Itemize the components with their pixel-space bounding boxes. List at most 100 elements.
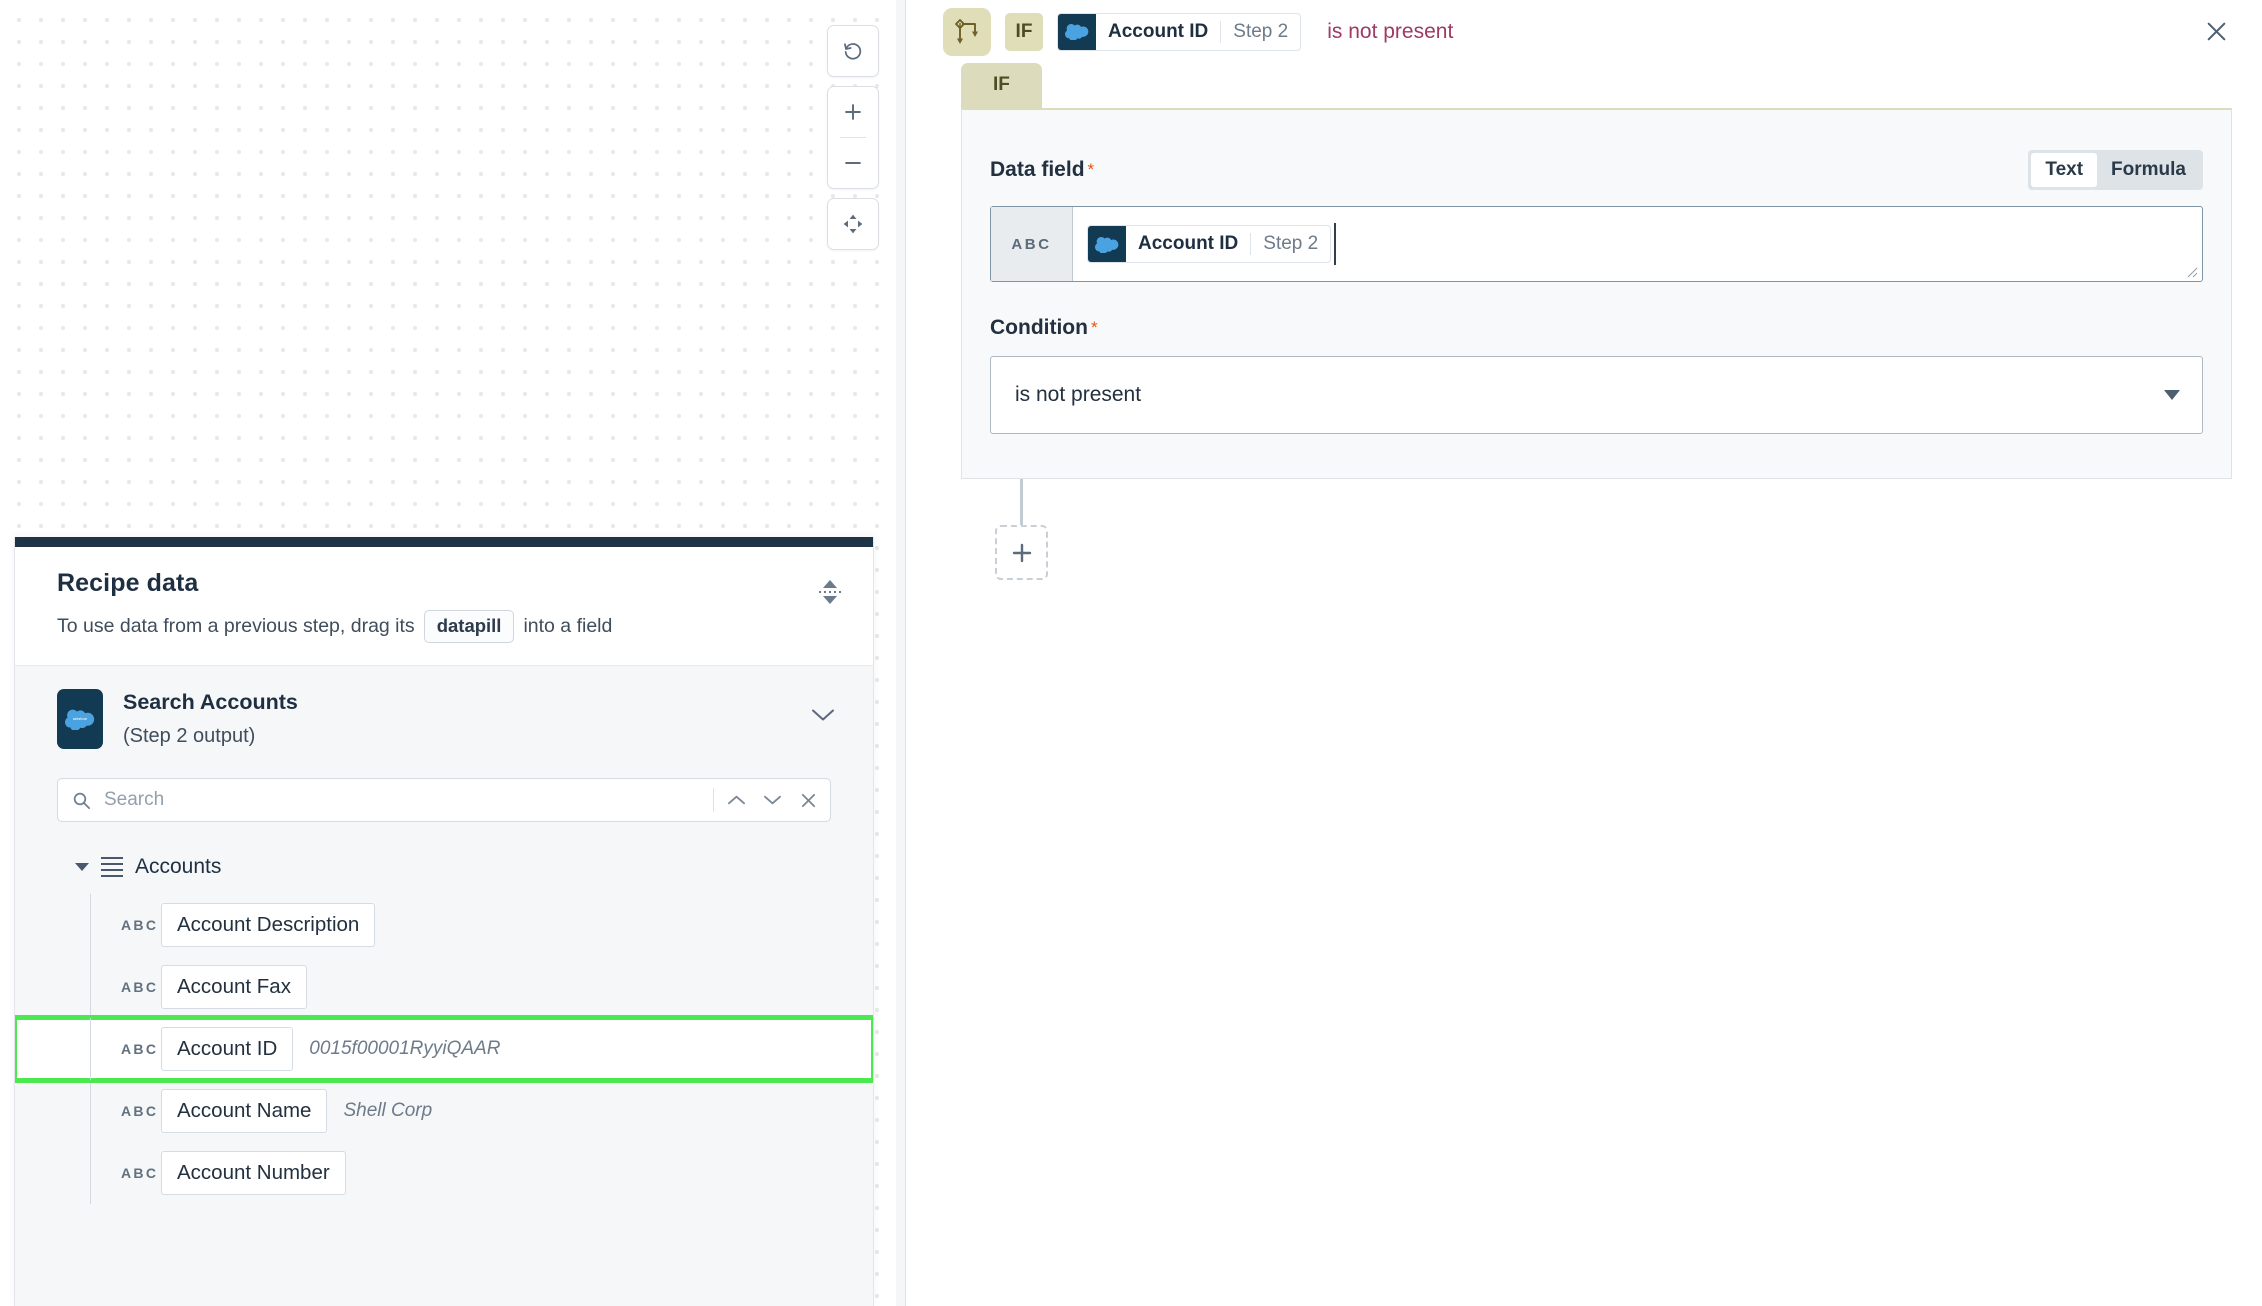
triangle-down-icon [2164,390,2180,400]
datapill-tree: Accounts ABC Account Description ABC Acc… [15,822,873,1204]
search-next-button[interactable] [754,781,790,819]
list-item[interactable]: ABC Account Name Shell Corp [15,1080,873,1142]
zoom-in-button[interactable] [828,87,878,137]
field-pill-step: Step 2 [1251,226,1330,262]
salesforce-cloud-glyph [1095,236,1119,253]
condition-selected-value: is not present [1015,383,1141,407]
triangle-up-icon [823,580,837,588]
text-formula-toggle[interactable]: Text Formula [2028,150,2203,190]
panel-accent-bar [15,537,873,547]
type-tag: ABC [121,1103,158,1119]
step-source-header[interactable]: salesforce Search Accounts (Step 2 outpu… [15,666,873,768]
datapill[interactable]: Account Number [161,1151,346,1195]
data-field-label-row: Data field * Text Formula [990,150,2203,190]
canvas-scrollbar[interactable] [896,0,905,1306]
search-divider [713,788,714,812]
panel-hint-before: To use data from a previous step, drag i… [57,615,415,638]
zoom-group [827,86,879,189]
step-detail-pane: IF Account ID Step 2 is not present [906,0,2262,1306]
tree-item-list: ABC Account Description ABC Account Fax … [15,894,873,1204]
salesforce-cloud-glyph: salesforce [65,708,95,730]
condition-label: Condition [990,316,1088,340]
required-marker: * [1091,318,1098,338]
tree-group-accounts[interactable]: Accounts [15,850,873,884]
salesforce-icon [1088,226,1126,262]
header-condition-summary: is not present [1327,20,1453,44]
undo-icon [842,40,864,62]
header-pill-step: Step 2 [1221,14,1300,50]
data-field-input[interactable]: ABC Account ID Step 2 [990,206,2203,282]
panel-title: Recipe data [57,569,843,598]
close-button[interactable] [2196,12,2236,52]
field-datapill[interactable]: Account ID Step 2 [1087,225,1331,263]
salesforce-cloud-glyph [1065,23,1089,40]
if-condition-card: Data field * Text Formula ABC [961,108,2232,479]
textarea-resize-grip[interactable] [2185,265,2199,279]
datapill-search[interactable] [57,778,831,822]
canvas-tool-stack [827,25,879,259]
panel-hint: To use data from a previous step, drag i… [57,610,843,643]
search-clear-button[interactable] [790,781,826,819]
datapill[interactable]: Account Fax [161,965,307,1009]
reset-view-group [827,25,879,77]
add-step-button[interactable] [995,525,1048,580]
grip-dots [819,591,842,594]
search-input[interactable] [94,789,709,811]
mode-text-option[interactable]: Text [2031,153,2097,187]
recipe-canvas[interactable]: Recipe data To use data from a previous … [0,0,906,1306]
zoom-out-button[interactable] [828,138,878,188]
step-connector-line [1020,479,1023,525]
field-pill-label: Account ID [1126,226,1250,262]
condition-select[interactable]: is not present [990,356,2203,434]
fit-group [827,198,879,250]
datapill-sample: Shell Corp [343,1100,432,1122]
fit-to-screen-button[interactable] [828,199,878,249]
header-pill-label: Account ID [1096,14,1220,50]
datapill[interactable]: Account ID [161,1027,293,1071]
header-datapill[interactable]: Account ID Step 2 [1057,13,1301,51]
tab-if[interactable]: IF [961,63,1042,108]
list-item[interactable]: ABC Account Number [15,1142,873,1204]
step-text: Search Accounts (Step 2 output) [123,688,298,750]
condition-label-row: Condition * [990,316,2203,340]
mode-formula-option[interactable]: Formula [2097,153,2200,187]
step-name: Search Accounts [123,688,298,717]
type-tag: ABC [121,917,158,933]
search-prev-button[interactable] [718,781,754,819]
datapill[interactable]: Account Description [161,903,375,947]
list-item[interactable]: ABC Account Description [15,894,873,956]
recipe-data-body: salesforce Search Accounts (Step 2 outpu… [15,666,873,1306]
data-field-content[interactable]: Account ID Step 2 [1073,207,2202,281]
list-item-highlighted[interactable]: ABC Account ID 0015f00001RyyiQAAR [15,1018,873,1080]
branch-condition-icon [943,8,991,56]
data-type-gutter: ABC [991,207,1073,281]
recipe-data-header: Recipe data To use data from a previous … [15,547,873,666]
type-tag: ABC [121,1165,158,1181]
detail-header: IF Account ID Step 2 is not present [906,0,2262,63]
chevron-up-icon [727,794,746,806]
detail-body: IF Data field * Text Formula ABC [906,63,2262,1306]
datapill[interactable]: Account Name [161,1089,327,1133]
type-tag: ABC [121,979,158,995]
panel-resize-handle[interactable] [817,575,843,609]
close-icon [800,792,817,809]
tree-group-label: Accounts [135,855,221,879]
list-icon [101,857,123,878]
list-item[interactable]: ABC Account Fax [15,956,873,1018]
branch-glyph [953,17,981,47]
if-badge: IF [1005,13,1043,51]
salesforce-icon [1058,14,1096,50]
svg-text:salesforce: salesforce [73,717,88,721]
triangle-down-icon [75,863,89,871]
step-output-label: (Step 2 output) [123,723,298,750]
text-cursor [1334,223,1336,265]
reset-view-button[interactable] [828,26,878,76]
triangle-down-icon [823,596,837,604]
salesforce-icon: salesforce [57,689,103,749]
datapill-chip: datapill [424,610,515,643]
tab-strip: IF [936,63,2232,108]
chevron-down-icon[interactable] [811,708,835,727]
required-marker: * [1088,160,1095,180]
datapill-sample: 0015f00001RyyiQAAR [309,1038,500,1060]
add-step-area [961,479,2232,609]
